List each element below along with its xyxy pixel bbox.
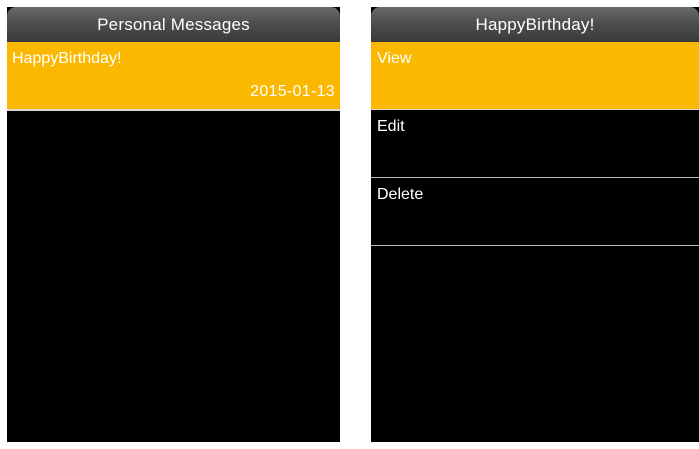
message-title: HappyBirthday!: [12, 50, 122, 67]
message-options-screen: HappyBirthday! View Edit Delete: [371, 7, 699, 442]
message-item-happybirthday[interactable]: HappyBirthday! 2015-01-13: [7, 42, 340, 111]
menu-item-label: Edit: [377, 118, 405, 135]
screen-title: Personal Messages: [7, 7, 340, 42]
menu-item-view[interactable]: View: [371, 42, 699, 110]
menu-item-label: Delete: [377, 186, 424, 203]
menu-item-delete[interactable]: Delete: [371, 178, 699, 246]
message-date: 2015-01-13: [250, 83, 335, 100]
personal-messages-screen: Personal Messages HappyBirthday! 2015-01…: [7, 7, 340, 442]
screen-title: HappyBirthday!: [371, 7, 699, 42]
menu-item-label: View: [377, 50, 412, 67]
menu-item-edit[interactable]: Edit: [371, 110, 699, 178]
